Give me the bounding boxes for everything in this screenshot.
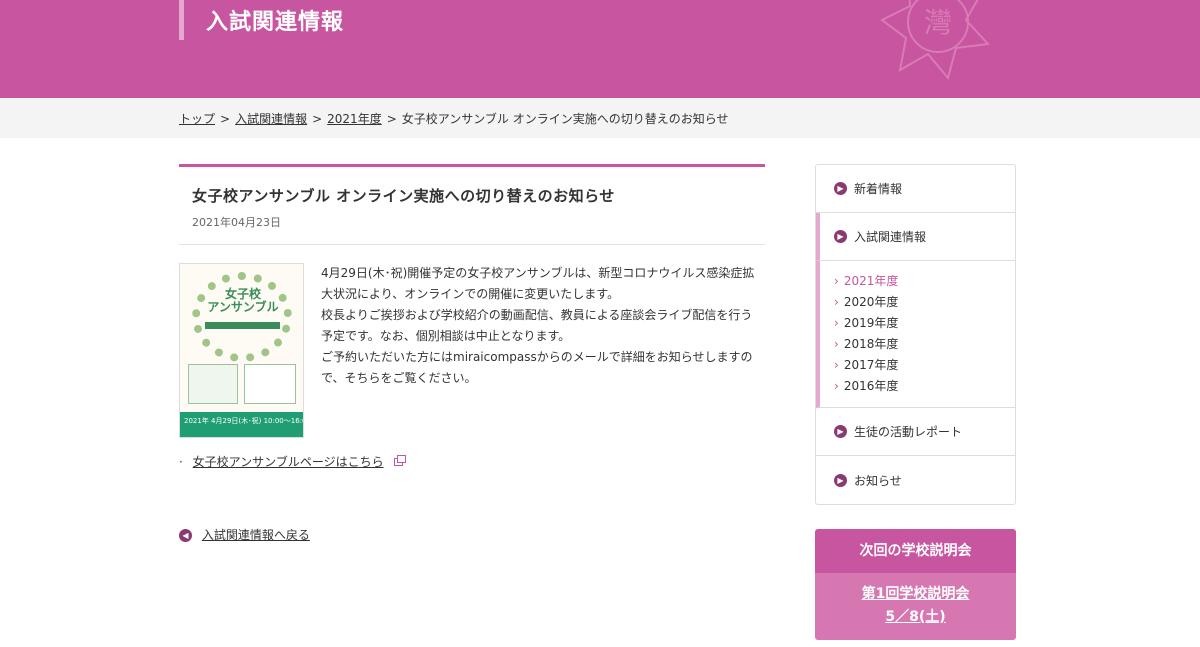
breadcrumb: トップ > 入試関連情報 >2021年度 > 女子校アンサンブル オンライン実施への切り替… (179, 110, 729, 127)
ensemble-page-link[interactable]: 女子校アンサンブルページはこちら (193, 455, 384, 469)
sidebar-nav: ▶ 新着情報 ▶ 入試関連情報 › 2021年度 › 2020年度 › 2019年度 … (815, 164, 1016, 505)
chevron-right-icon: ▶ (834, 473, 847, 487)
flyer-subtitle-bar (205, 322, 280, 329)
flyer-info-box (244, 364, 296, 404)
flyer-schedule-box (188, 364, 238, 404)
breadcrumb-current: 女子校アンサンブル オンライン実施への切り替えのお知らせ (401, 112, 729, 126)
sidebar-year-2019[interactable]: › 2019年度 (834, 313, 1015, 334)
briefing-heading: 次回の学校説明会 (815, 529, 1016, 573)
flyer-flower-ring (192, 272, 292, 362)
breadcrumb-separator: > (220, 112, 231, 126)
bullet-icon: · (179, 455, 183, 469)
sidebar-item-label: 生徒の活動レポート (854, 425, 963, 439)
flyer-date-band: 2021年 4月29日(木･祝) 10:00〜16:00 (180, 412, 304, 437)
sidebar-item-news[interactable]: ▶ 新着情報 (816, 165, 1015, 213)
chevron-right-icon: › (834, 358, 839, 372)
article-text: 4月29日(木･祝)開催予定の女子校アンサンブルは、新型コロナウイルス感染症拡大… (321, 266, 755, 385)
sidebar-year-label: 2019年度 (843, 316, 899, 330)
chevron-right-icon: › (834, 316, 839, 330)
emblem-text: 灣 (924, 6, 952, 39)
breadcrumb-admissions-link[interactable]: 入試関連情報 (235, 112, 307, 126)
flyer-title: 女子校 アンサンブル (198, 287, 288, 315)
sidebar-item-label: お知らせ (854, 473, 902, 488)
breadcrumb-top-link[interactable]: トップ (179, 112, 215, 126)
flyer-title-line2: アンサンブル (207, 300, 279, 315)
briefing-body: 第1回学校説明会 5／8(土) (815, 573, 1016, 640)
page-title: 入試関連情報 (206, 10, 345, 35)
related-link-row: · 女子校アンサンブルページはこちら (179, 453, 407, 470)
chevron-right-icon: ▶ (834, 182, 847, 195)
article-body: 女子校 アンサンブル 2021年 4月29日(木･祝) 10:00〜16:00 … (179, 245, 765, 445)
sidebar-item-activity-report[interactable]: ▶ 生徒の活動レポート (816, 408, 1015, 456)
external-link-icon (394, 455, 407, 466)
school-emblem-icon: 灣 (880, 0, 991, 81)
chevron-right-icon: ▶ (834, 230, 847, 243)
sidebar-year-label: 2020年度 (843, 295, 899, 309)
breadcrumb-separator: > (312, 112, 323, 126)
chevron-right-icon: ▶ (834, 425, 847, 438)
article: 女子校アンサンブル オンライン実施への切り替えのお知らせ 2021年04月23日… (179, 164, 765, 542)
sidebar-year-2016[interactable]: › 2016年度 (834, 376, 1015, 397)
flyer-title-line1: 女子校 (224, 287, 261, 301)
next-briefing-box: 次回の学校説明会 第1回学校説明会 5／8(土) (815, 529, 1016, 640)
back-to-admissions-link[interactable]: 入試関連情報へ戻る (202, 528, 310, 542)
header-accent-bar (179, 0, 184, 40)
breadcrumb-separator: > (386, 112, 397, 126)
event-flyer-image[interactable]: 女子校 アンサンブル 2021年 4月29日(木･祝) 10:00〜16:00 (179, 263, 304, 438)
sidebar-item-notices[interactable]: ▶ お知らせ (816, 456, 1015, 504)
sidebar-year-list: › 2021年度 › 2020年度 › 2019年度 › 2018年度 › 2017年度 … (816, 261, 1015, 408)
chevron-right-icon: › (834, 379, 839, 393)
sidebar-year-2020[interactable]: › 2020年度 (834, 292, 1015, 313)
sidebar-year-2017[interactable]: › 2017年度 (834, 355, 1015, 376)
article-top-border (179, 164, 765, 167)
article-date: 2021年04月23日 (192, 216, 281, 229)
chevron-right-icon: › (834, 337, 839, 351)
article-title: 女子校アンサンブル オンライン実施への切り替えのお知らせ (192, 187, 615, 205)
sidebar-year-label: 2021年度 (843, 274, 899, 288)
sidebar-year-2021[interactable]: › 2021年度 (834, 271, 1015, 292)
breadcrumb-year-link[interactable]: 2021年度 (327, 112, 382, 126)
chevron-right-icon: › (834, 274, 839, 288)
sidebar-item-label: 入試関連情報 (854, 230, 927, 244)
chevron-left-icon: ◀ (179, 529, 192, 542)
briefing-date-link[interactable]: 5／8(土) (815, 606, 1016, 629)
back-link-row: ◀ 入試関連情報へ戻る (179, 526, 310, 543)
page-header: 入試関連情報 灣 (0, 0, 1200, 98)
sidebar-year-2018[interactable]: › 2018年度 (834, 334, 1015, 355)
sidebar-year-label: 2016年度 (843, 379, 899, 393)
briefing-event-link[interactable]: 第1回学校説明会 (815, 583, 1016, 606)
sidebar-item-label: 新着情報 (854, 182, 903, 196)
flyer-date-text: 2021年 4月29日(木･祝) 10:00〜16:00 (184, 417, 304, 425)
chevron-right-icon: › (834, 295, 839, 309)
sidebar-year-label: 2018年度 (843, 337, 899, 351)
sidebar-year-label: 2017年度 (843, 358, 899, 372)
sidebar-item-admissions[interactable]: ▶ 入試関連情報 (816, 213, 1015, 261)
